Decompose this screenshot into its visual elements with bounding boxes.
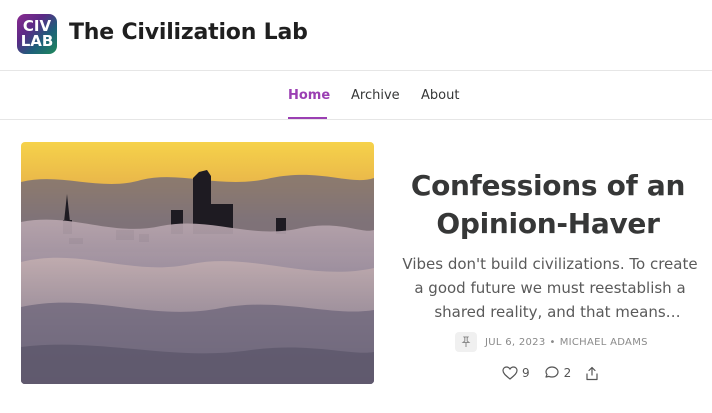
site-logo[interactable]: CIV LAB	[17, 14, 57, 54]
nav-active-indicator	[288, 117, 327, 119]
post-date: JUL 6, 2023	[485, 336, 546, 348]
comment-button[interactable]: 2	[544, 366, 572, 380]
nav-item-about[interactable]: About	[421, 88, 459, 103]
meta-separator: •	[549, 336, 556, 348]
logo-text: CIV LAB	[17, 14, 57, 54]
post-actions: 9 2	[502, 363, 613, 383]
nav-item-archive[interactable]: Archive	[351, 88, 400, 103]
like-count: 9	[522, 366, 530, 380]
post-subtitle[interactable]: Vibes don't build civilizations. To crea…	[398, 252, 702, 324]
site-header: CIV LAB The Civilization Lab	[0, 0, 712, 71]
comment-count: 2	[563, 366, 572, 380]
fog-skyline-image	[21, 142, 374, 384]
main-nav: Home Archive About	[0, 71, 712, 120]
share-button[interactable]	[585, 366, 599, 381]
nav-item-home[interactable]: Home	[288, 88, 330, 103]
post-author[interactable]: MICHAEL ADAMS	[560, 337, 648, 348]
like-button[interactable]: 9	[502, 366, 530, 380]
comment-icon	[545, 366, 559, 378]
share-icon	[586, 366, 598, 380]
post-meta: JUL 6, 2023 • MICHAEL ADAMS	[455, 331, 648, 353]
pin-icon	[455, 332, 477, 352]
post-title[interactable]: Confessions of an Opinion-Haver	[390, 167, 706, 243]
site-title[interactable]: The Civilization Lab	[69, 20, 308, 45]
logo-line-2: LAB	[20, 32, 54, 50]
heart-icon	[502, 366, 518, 380]
post-cover-image[interactable]	[21, 142, 374, 384]
